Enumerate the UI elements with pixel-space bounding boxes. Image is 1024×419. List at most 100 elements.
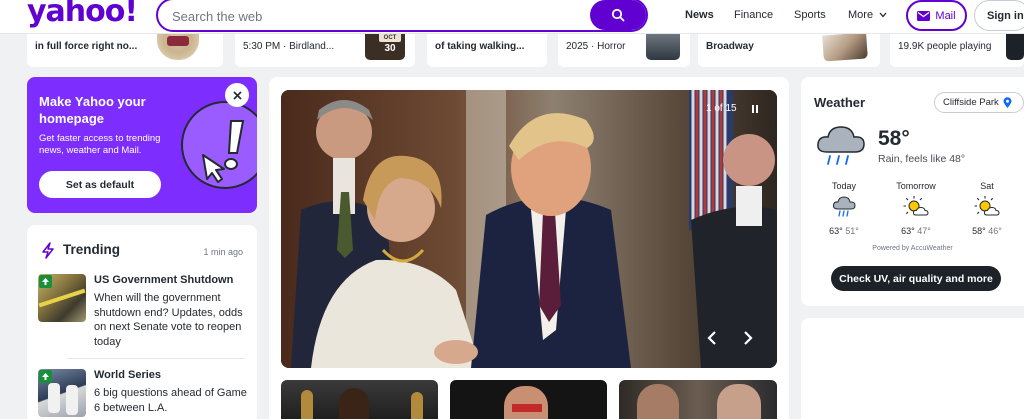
story-thumbnail[interactable]: [450, 380, 607, 419]
strip-thumb: [157, 34, 199, 60]
promo-title: Make Yahoo your homepage: [39, 94, 146, 126]
trending-item[interactable]: US Government Shutdown When will the gov…: [38, 274, 244, 384]
strip-card-text: in full force right no...: [35, 41, 138, 52]
thumb-figure: [339, 388, 369, 419]
date-badge: OCT 30: [365, 34, 405, 60]
forecast-day: Today 63° 51°: [814, 181, 874, 236]
nav-finance[interactable]: Finance: [734, 9, 773, 21]
strip-card-text: Broadway: [706, 41, 754, 52]
divider: [67, 358, 245, 359]
partly-sunny-icon: [903, 196, 929, 216]
chevron-left-icon: [707, 331, 716, 345]
date-badge-day: 30: [384, 43, 396, 54]
trending-thumb: [38, 274, 86, 322]
strip-card-text: of taking walking...: [435, 41, 525, 52]
trending-body: 6 big questions ahead of Game 6 between …: [94, 387, 247, 414]
strip-card-text: 2025 · Horror: [566, 41, 626, 52]
nav-more[interactable]: More: [848, 9, 887, 21]
nav-more-label: More: [848, 9, 874, 21]
player-figure: [48, 383, 60, 413]
trending-headline: US Government Shutdown: [94, 274, 234, 286]
previous-slide-button[interactable]: [701, 327, 723, 349]
strip-thumb-art: [167, 36, 189, 46]
forecast-day: Tomorrow 63° 47°: [886, 181, 946, 236]
current-condition: Rain, feels like 48°: [878, 153, 966, 165]
forecast-low: 47°: [917, 226, 931, 236]
mail-icon: [917, 10, 931, 21]
strip-card[interactable]: of taking walking...: [427, 34, 547, 67]
trending-thumb: [38, 369, 86, 417]
strip-card-text: 19.9K people playing: [898, 41, 992, 52]
forecast-day-label: Today: [831, 181, 857, 191]
strip-thumb: [646, 34, 680, 60]
chevron-down-icon: [879, 12, 887, 18]
strip-card[interactable]: 2025 · Horror: [558, 34, 690, 67]
strip-thumb: [822, 34, 868, 62]
strip-card[interactable]: in full force right no...: [27, 34, 223, 67]
check-uv-button[interactable]: Check UV, air quality and more: [831, 266, 1001, 291]
homepage-promo-card: Make Yahoo your homepage Get faster acce…: [27, 77, 257, 213]
search-button[interactable]: [590, 0, 646, 30]
forecast-high: 58°: [972, 226, 986, 236]
trending-up-icon: [39, 370, 52, 383]
trending-body: When will the government shutdown end? U…: [94, 292, 243, 348]
caution-tape: [38, 288, 86, 308]
forecast-day-label: Tomorrow: [896, 181, 936, 191]
set-default-button[interactable]: Set as default: [39, 171, 161, 198]
search-icon: [611, 8, 625, 22]
thumb-trophy: [411, 392, 423, 419]
yahoo-logo[interactable]: yahoo!: [27, 0, 138, 29]
strip-card[interactable]: 5:30 PM · Birdland... OCT 30: [235, 34, 415, 67]
forecast-high: 63°: [829, 226, 843, 236]
chevron-right-icon: [744, 331, 753, 345]
thumb-trophy: [301, 390, 313, 419]
thumb-accent: [512, 404, 542, 412]
story-thumbnail[interactable]: [619, 380, 777, 419]
forecast-low: 51°: [845, 226, 859, 236]
thumb-figure: [637, 384, 679, 419]
weather-title: Weather: [814, 95, 866, 110]
close-icon: [232, 90, 242, 100]
signin-button[interactable]: Sign in: [974, 0, 1024, 31]
forecast-day: Sat 58° 46°: [957, 181, 1017, 236]
location-selector[interactable]: Cliffside Park: [934, 92, 1024, 113]
trending-updated: 1 min ago: [203, 247, 243, 257]
thumb-figure: [504, 386, 548, 419]
trending-panel: Trending 1 min ago US Government Shutdow…: [27, 225, 257, 419]
forecast-day-label: Sat: [980, 181, 994, 191]
mail-label: Mail: [935, 9, 956, 22]
story-thumbnail[interactable]: [281, 380, 438, 419]
forecast-low: 46°: [988, 226, 1002, 236]
location-name: Cliffside Park: [943, 97, 999, 108]
pause-icon[interactable]: [750, 104, 760, 114]
nav-sports[interactable]: Sports: [794, 9, 826, 21]
right-panel-card: [801, 318, 1024, 419]
nav-news[interactable]: News: [685, 9, 714, 21]
exclamation-graphic: [202, 120, 245, 183]
lightning-icon: [42, 242, 54, 259]
top-stories-strip: in full force right no... 5:30 PM · Bird…: [0, 34, 1024, 67]
trending-item[interactable]: World Series 6 big questions ahead of Ga…: [38, 369, 247, 419]
player-figure: [66, 385, 78, 415]
promo-description: Get faster access to trending news, weat…: [39, 133, 161, 156]
strip-card[interactable]: 19.9K people playing: [890, 34, 1024, 67]
trending-up-icon: [39, 275, 52, 288]
exclamation-illustration-icon: [181, 101, 257, 189]
partly-sunny-icon: [974, 196, 1000, 216]
current-temperature: 58°: [878, 127, 910, 150]
trending-headline: World Series: [94, 369, 162, 381]
search-bar: [156, 0, 648, 32]
location-pin-icon: [1003, 96, 1012, 108]
weather-attribution: Powered by AccuWeather: [872, 245, 953, 252]
trending-title: Trending: [63, 242, 120, 257]
date-badge-month: OCT: [379, 34, 401, 42]
search-input[interactable]: [172, 6, 572, 26]
close-promo-button[interactable]: [225, 83, 249, 107]
rain-cloud-icon: [817, 126, 865, 165]
strip-card-text: 5:30 PM · Birdland...: [243, 41, 335, 52]
header: yahoo! News Finance Sports More Mail Sig…: [0, 0, 1024, 34]
mail-button[interactable]: Mail: [906, 0, 967, 31]
next-slide-button[interactable]: [737, 327, 759, 349]
thumb-figure: [717, 384, 761, 419]
strip-card[interactable]: Broadway: [698, 34, 880, 67]
